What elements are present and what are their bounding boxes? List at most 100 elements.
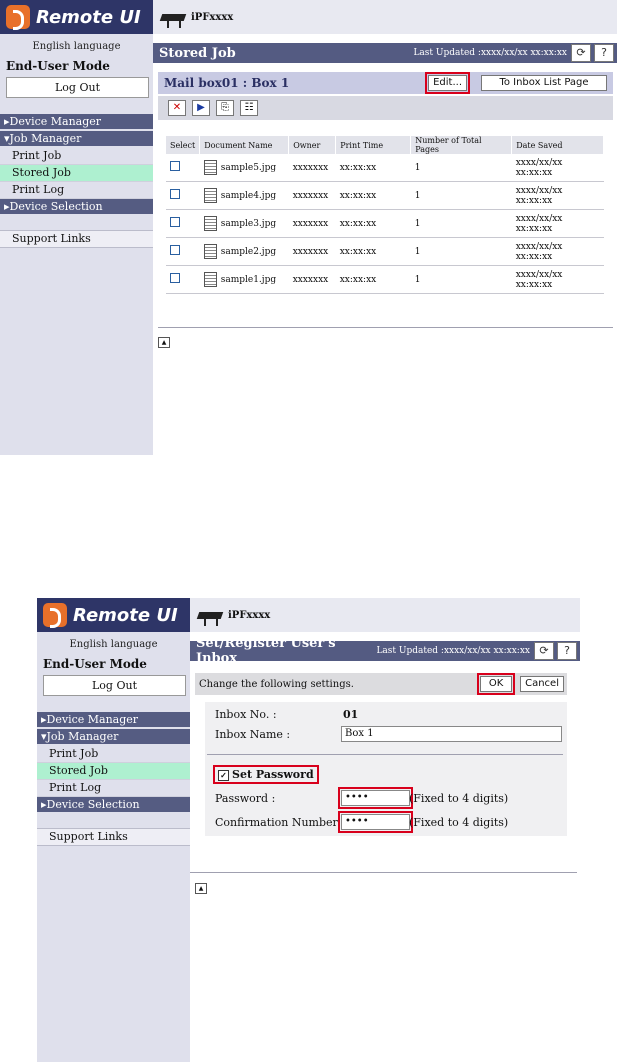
details-icon[interactable]: ☷ [240, 100, 258, 116]
nav-item-print-log[interactable]: Print Log [0, 182, 153, 199]
inbox-name-input[interactable]: Box 1 [341, 726, 562, 742]
ok-button[interactable]: OK [477, 673, 516, 695]
confirmation-input[interactable]: •••• [338, 811, 413, 833]
edit-button[interactable]: Edit... [425, 72, 470, 94]
print-time-cell: xx:xx:xx [335, 265, 411, 294]
pages-cell: 1 [410, 154, 512, 182]
logout-button[interactable]: Log Out [6, 77, 149, 98]
inbox-no-value: 01 [343, 708, 359, 721]
pages-cell: 1 [410, 181, 512, 210]
column-header: Date Saved [511, 136, 604, 154]
jobs-table: Select Document Name Owner Print Time Nu… [166, 136, 604, 294]
scroll-to-top-icon[interactable]: ▲ [195, 883, 207, 894]
nav-device-manager[interactable]: ▸Device Manager [37, 712, 190, 727]
owner-cell: xxxxxxx [288, 265, 336, 294]
instruction-text: Change the following settings. [199, 678, 354, 690]
nav-item-stored-job[interactable]: Stored Job [0, 165, 153, 182]
table-row[interactable]: sample4.jpg xxxxxxx xx:xx:xx 1 xxxx/xx/x… [166, 181, 604, 210]
owner-cell: xxxxxxx [288, 181, 336, 210]
title-bar: Stored Job Last Updated :xxxx/xx/xx xx:x… [153, 43, 617, 63]
document-name[interactable]: sample4.jpg [221, 191, 276, 201]
print-time-cell: xx:xx:xx [335, 237, 411, 266]
refresh-icon[interactable]: ⟳ [571, 44, 591, 62]
logo-text: Remote UI [36, 6, 141, 28]
nav-job-manager[interactable]: ▾Job Manager [37, 729, 190, 744]
column-header: Number of Total Pages [410, 136, 513, 154]
nav-device-selection[interactable]: ▸Device Selection [0, 199, 153, 214]
select-checkbox[interactable] [170, 245, 180, 255]
document-icon [203, 216, 217, 231]
owner-cell: xxxxxxx [288, 237, 336, 266]
table-row[interactable]: sample3.jpg xxxxxxx xx:xx:xx 1 xxxx/xx/x… [166, 209, 604, 238]
password-label: Password : [215, 792, 276, 805]
document-name[interactable]: sample5.jpg [221, 163, 276, 173]
last-updated: Last Updated :xxxx/xx/xx xx:xx:xx [376, 646, 530, 656]
language-label: English language [69, 639, 158, 650]
header-bar: iPFxxxx [190, 598, 580, 632]
table-row[interactable]: sample5.jpg xxxxxxx xx:xx:xx 1 xxxx/xx/x… [166, 154, 604, 182]
printer-icon [196, 604, 224, 626]
column-header: Owner [288, 136, 337, 154]
refresh-icon[interactable]: ⟳ [534, 642, 554, 660]
last-updated: Last Updated :xxxx/xx/xx xx:xx:xx [413, 48, 567, 58]
nav-item-print-log[interactable]: Print Log [37, 780, 190, 797]
mailbox-header: Mail box01 : Box 1 Edit... To Inbox List… [158, 72, 613, 94]
mailbox-title: Mail box01 : Box 1 [164, 76, 290, 90]
page-title: Stored Job [159, 45, 236, 61]
owner-cell: xxxxxxx [288, 154, 336, 182]
sidebar: Remote UI English language End-User Mode… [0, 0, 153, 455]
divider [207, 754, 563, 755]
table-row[interactable]: sample1.jpg xxxxxxx xx:xx:xx 1 xxxx/xx/x… [166, 265, 604, 294]
nav-item-print-job[interactable]: Print Job [37, 746, 190, 763]
inbox-name-label: Inbox Name : [215, 728, 291, 741]
page-title: Set/Register User's Inbox [196, 636, 336, 666]
document-name[interactable]: sample1.jpg [221, 275, 276, 285]
title-bar: Set/Register User's Inbox Last Updated :… [190, 636, 580, 666]
nav-job-manager[interactable]: ▾Job Manager [0, 131, 153, 146]
logo: Remote UI [0, 0, 153, 34]
document-icon [203, 272, 217, 287]
print-time-cell: xx:xx:xx [335, 154, 411, 182]
select-checkbox[interactable] [170, 189, 180, 199]
table-header: Select Document Name Owner Print Time Nu… [166, 136, 604, 154]
logout-button[interactable]: Log Out [43, 675, 186, 696]
divider [158, 327, 613, 328]
printer-icon [159, 6, 187, 28]
select-checkbox[interactable] [170, 273, 180, 283]
cancel-button[interactable]: Cancel [520, 676, 564, 692]
logo-text: Remote UI [73, 604, 178, 626]
select-checkbox[interactable] [170, 217, 180, 227]
document-name[interactable]: sample3.jpg [221, 219, 276, 229]
document-name[interactable]: sample2.jpg [221, 247, 276, 257]
column-header: Document Name [199, 136, 290, 154]
set-password-checkbox[interactable]: ✓ Set Password [213, 765, 319, 784]
logo: Remote UI [37, 598, 190, 632]
check-icon: ✓ [218, 769, 229, 781]
nav-device-manager[interactable]: ▸Device Manager [0, 114, 153, 129]
inbox-form: Inbox No. : 01 Inbox Name : Box 1 ✓ Set P… [205, 702, 567, 836]
delete-icon[interactable]: ✕ [168, 100, 186, 116]
document-icon [203, 160, 217, 175]
help-button[interactable]: ? [557, 642, 577, 660]
help-button[interactable]: ? [594, 44, 614, 62]
select-checkbox[interactable] [170, 161, 180, 171]
header-bar: iPFxxxx [153, 0, 617, 34]
print-icon[interactable]: ▶ [192, 100, 210, 116]
password-input[interactable]: •••• [338, 787, 413, 809]
table-row[interactable]: sample2.jpg xxxxxxx xx:xx:xx 1 xxxx/xx/x… [166, 237, 604, 266]
column-header: Select [166, 136, 201, 154]
nav-item-stored-job[interactable]: Stored Job [37, 763, 190, 780]
move-icon[interactable]: ⎘ [216, 100, 234, 116]
to-inbox-list-button[interactable]: To Inbox List Page [481, 75, 607, 91]
pages-cell: 1 [410, 265, 512, 294]
nav-device-selection[interactable]: ▸Device Selection [37, 797, 190, 812]
confirmation-note: (Fixed to 4 digits) [409, 816, 509, 829]
date-saved-cell: xxxx/xx/xx xx:xx:xx [511, 237, 604, 266]
sidebar: Remote UI English language End-User Mode… [37, 598, 190, 1062]
nav-item-print-job[interactable]: Print Job [0, 148, 153, 165]
document-icon [203, 188, 217, 203]
nav-support-links[interactable]: Support Links [37, 828, 190, 846]
nav-support-links[interactable]: Support Links [0, 230, 153, 248]
message-bar: Change the following settings. OK Cancel [195, 673, 567, 695]
scroll-to-top-icon[interactable]: ▲ [158, 337, 170, 348]
